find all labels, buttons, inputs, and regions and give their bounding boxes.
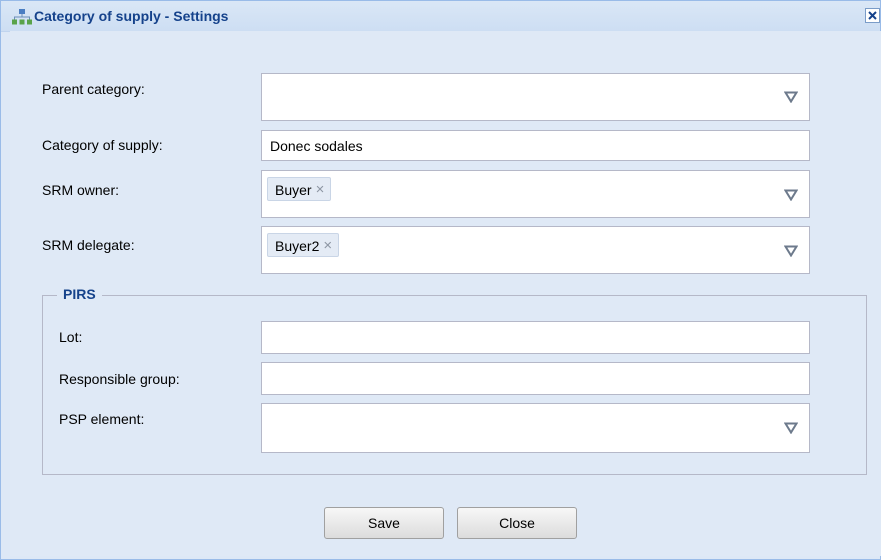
parent-category-label: Parent category: <box>42 81 145 97</box>
lot-label: Lot: <box>59 329 83 345</box>
responsible-group-label: Responsible group: <box>59 371 180 387</box>
responsible-group-input[interactable] <box>261 362 810 395</box>
srm-delegate-label: SRM delegate: <box>42 237 135 253</box>
close-icon[interactable] <box>865 8 880 23</box>
psp-element-combobox[interactable] <box>261 403 810 453</box>
remove-tag-icon[interactable]: × <box>316 178 325 202</box>
psp-element-label: PSP element: <box>59 411 145 427</box>
srm-owner-tagfield[interactable]: Buyer × <box>261 170 810 218</box>
srm-delegate-tagfield[interactable]: Buyer2 × <box>261 226 810 274</box>
settings-dialog: Category of supply - Settings Parent cat… <box>0 0 881 560</box>
tag-chip: Buyer2 × <box>267 233 340 258</box>
close-button[interactable]: Close <box>457 507 577 539</box>
srm-owner-label: SRM owner: <box>42 182 120 198</box>
tag-chip: Buyer × <box>267 177 332 202</box>
category-of-supply-label: Category of supply: <box>42 137 163 153</box>
dropdown-triangle-icon[interactable] <box>784 422 798 434</box>
tag-label: Buyer2 <box>275 238 320 254</box>
remove-tag-icon[interactable]: × <box>323 234 332 258</box>
dialog-title: Category of supply - Settings <box>34 8 229 24</box>
hierarchy-icon <box>12 9 32 25</box>
dropdown-triangle-icon[interactable] <box>784 189 798 201</box>
save-button[interactable]: Save <box>324 507 444 539</box>
pirs-legend: PIRS <box>57 286 102 302</box>
category-of-supply-input[interactable] <box>261 130 810 161</box>
lot-input[interactable] <box>261 321 810 354</box>
parent-category-combobox[interactable] <box>261 73 810 121</box>
dialog-titlebar[interactable]: Category of supply - Settings <box>1 1 880 32</box>
tag-label: Buyer <box>275 182 312 198</box>
dropdown-triangle-icon[interactable] <box>784 245 798 257</box>
dropdown-triangle-icon[interactable] <box>784 91 798 103</box>
